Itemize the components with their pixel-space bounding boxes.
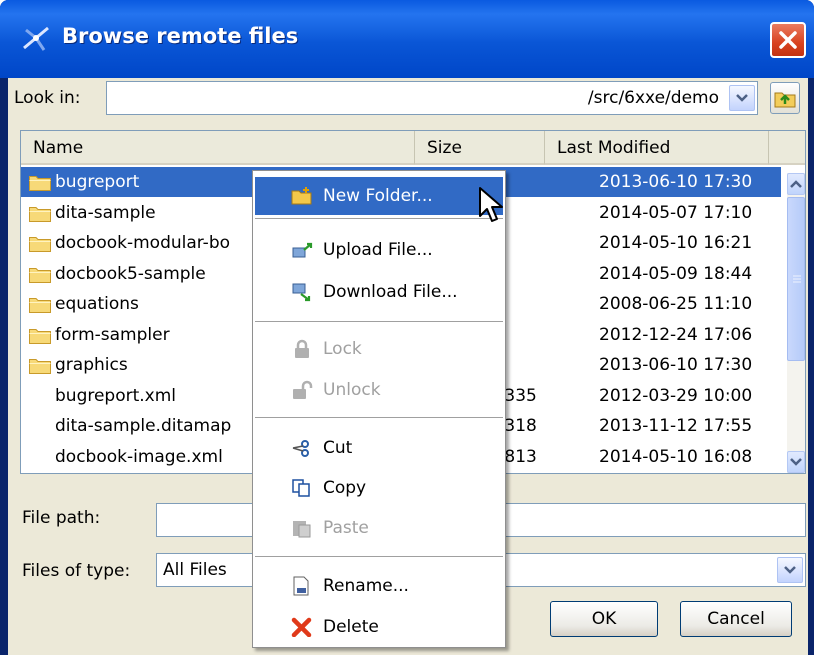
menu-item-copy[interactable]: Copy bbox=[255, 469, 503, 507]
lock-icon bbox=[295, 339, 309, 358]
upload-icon bbox=[292, 242, 313, 258]
folder-icon bbox=[29, 298, 51, 313]
menu-separator bbox=[255, 417, 503, 419]
menu-separator bbox=[255, 556, 503, 558]
menu-item-label: Paste bbox=[323, 518, 369, 538]
vertical-scrollbar[interactable] bbox=[787, 173, 805, 473]
ok-button[interactable]: OK bbox=[550, 601, 658, 637]
rename-icon bbox=[293, 576, 309, 596]
folder-icon bbox=[29, 237, 51, 252]
files-of-type-value: All Files bbox=[163, 560, 227, 580]
row-name: docbook5-sample bbox=[55, 263, 206, 284]
menu-item-paste[interactable]: Paste bbox=[255, 509, 503, 547]
paste-icon bbox=[293, 521, 311, 538]
scissors-icon bbox=[292, 440, 309, 457]
row-modified: 2013-06-10 17:30 bbox=[599, 355, 753, 375]
look-in-label: Look in: bbox=[14, 88, 81, 108]
row-modified: 2014-05-10 16:21 bbox=[599, 233, 753, 253]
scroll-down-button[interactable] bbox=[787, 451, 805, 473]
row-name: docbook-image.xml bbox=[55, 446, 223, 467]
menu-item-label: Rename... bbox=[323, 576, 409, 596]
files-of-type-label: Files of type: bbox=[22, 561, 131, 581]
row-name: form-sampler bbox=[55, 324, 170, 345]
menu-item-rename[interactable]: Rename... bbox=[255, 567, 503, 605]
new-folder-icon bbox=[291, 187, 312, 205]
menu-item-download-file[interactable]: Download File... bbox=[255, 273, 503, 311]
row-name: bugreport bbox=[55, 172, 140, 192]
row-modified: 2008-06-25 11:10 bbox=[599, 294, 753, 314]
unlock-icon bbox=[293, 380, 313, 399]
chevron-down-icon bbox=[736, 94, 748, 102]
column-header-size[interactable]: Size bbox=[415, 131, 545, 165]
delete-icon bbox=[291, 617, 312, 637]
row-modified: 2013-06-10 17:30 bbox=[599, 172, 753, 192]
row-name: docbook-modular-bo bbox=[55, 233, 231, 253]
row-name: dita-sample.ditamap bbox=[55, 416, 232, 436]
row-modified: 2012-12-24 17:06 bbox=[599, 324, 753, 345]
cancel-button[interactable]: Cancel bbox=[680, 601, 792, 637]
mouse-cursor-icon bbox=[479, 187, 503, 222]
menu-item-upload-file[interactable]: Upload File... bbox=[255, 231, 503, 269]
up-one-level-button[interactable] bbox=[770, 82, 800, 114]
download-icon bbox=[292, 283, 311, 302]
files-of-type-dropdown-button[interactable] bbox=[777, 557, 803, 583]
file-path-label: File path: bbox=[22, 508, 101, 528]
menu-item-label: Download File... bbox=[323, 282, 458, 302]
row-modified: 2014-05-09 18:44 bbox=[599, 263, 753, 284]
row-name: dita-sample bbox=[55, 202, 156, 223]
folder-up-icon bbox=[774, 92, 796, 108]
folder-icon bbox=[29, 267, 51, 283]
menu-item-new-folder[interactable]: New Folder... bbox=[255, 177, 503, 215]
row-name: equations bbox=[55, 294, 139, 314]
row-modified: 2014-05-10 16:08 bbox=[599, 446, 753, 467]
app-logo-icon bbox=[23, 26, 49, 51]
scroll-up-button[interactable] bbox=[787, 173, 805, 195]
menu-item-label: Upload File... bbox=[323, 240, 433, 260]
dialog-window: Browse remote files Look in: /src/6xxe/d… bbox=[0, 0, 814, 655]
window-title: Browse remote files bbox=[62, 24, 299, 48]
copy-icon bbox=[292, 479, 310, 497]
look-in-combo[interactable]: /src/6xxe/demo bbox=[106, 81, 758, 115]
menu-item-label: Cut bbox=[323, 438, 353, 458]
folder-icon bbox=[29, 328, 51, 344]
row-name: bugreport.xml bbox=[55, 385, 177, 406]
menu-item-label: Lock bbox=[323, 339, 362, 359]
row-modified: 2012-03-29 10:00 bbox=[599, 385, 753, 406]
row-name: graphics bbox=[55, 355, 128, 375]
menu-item-label: Copy bbox=[323, 478, 367, 498]
menu-separator bbox=[255, 321, 503, 323]
menu-item-label: Delete bbox=[323, 617, 379, 637]
row-modified: 2013-11-12 17:55 bbox=[599, 416, 753, 436]
menu-item-lock[interactable]: Lock bbox=[255, 330, 503, 368]
folder-icon bbox=[29, 359, 51, 374]
column-header-name[interactable]: Name bbox=[21, 131, 415, 165]
close-button[interactable] bbox=[770, 22, 806, 58]
chevron-down-icon bbox=[784, 566, 796, 574]
title-bar[interactable]: Browse remote files bbox=[0, 0, 814, 78]
look-in-dropdown-button[interactable] bbox=[729, 85, 755, 111]
row-modified: 2014-05-07 17:10 bbox=[599, 202, 753, 223]
column-header-filler bbox=[769, 131, 805, 165]
column-header-last-modified[interactable]: Last Modified bbox=[545, 131, 769, 165]
menu-item-label: Unlock bbox=[323, 380, 381, 400]
folder-icon bbox=[29, 176, 51, 191]
menu-item-label: New Folder... bbox=[323, 186, 433, 206]
menu-separator bbox=[255, 218, 503, 220]
look-in-path: /src/6xxe/demo bbox=[587, 88, 719, 108]
menu-item-unlock[interactable]: Unlock bbox=[255, 371, 503, 409]
grip-icon bbox=[793, 275, 801, 283]
menu-item-cut[interactable]: Cut bbox=[255, 429, 503, 467]
context-menu: New Folder... Upload File... Download File… bbox=[252, 170, 506, 648]
chevron-up-icon bbox=[790, 180, 802, 188]
chevron-down-icon bbox=[790, 458, 802, 466]
folder-icon bbox=[29, 206, 51, 222]
close-icon bbox=[779, 31, 797, 49]
menu-item-delete[interactable]: Delete bbox=[255, 608, 503, 646]
scroll-thumb[interactable] bbox=[787, 197, 805, 361]
